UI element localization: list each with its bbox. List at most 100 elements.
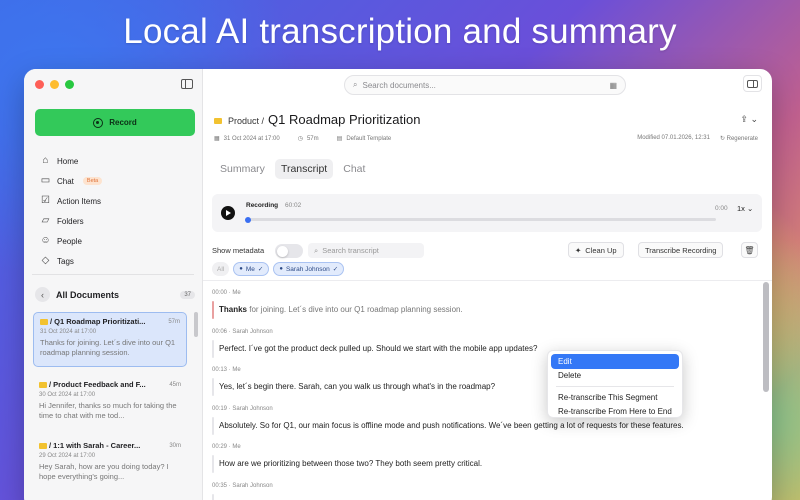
template-icon: ▤ <box>336 136 343 142</box>
segment-bar <box>212 455 214 473</box>
sidebar-item-people[interactable]: ☺ People <box>40 231 102 251</box>
menu-item-delete[interactable]: Delete <box>551 369 679 384</box>
sidebar-item-label: Action Items <box>57 196 102 206</box>
document-snippet: Hey Sarah, how are you doing today? I ho… <box>39 462 169 481</box>
sidebar-item-label: Home <box>57 156 79 166</box>
search-icon: ⌕ <box>353 80 358 89</box>
document-meta: ▦ 31 Oct 2024 at 17:00 ◷ 57m ▤ Default T… <box>214 135 758 142</box>
record-icon <box>93 117 104 128</box>
sidebar-item-home[interactable]: ⌂ Home <box>40 151 102 171</box>
folder-icon <box>40 318 48 325</box>
menu-item-retranscribe-segment[interactable]: Re-transcribe This Segment <box>551 390 679 405</box>
person-icon: ● <box>239 266 243 272</box>
menu-item-edit[interactable]: Edit <box>551 354 679 369</box>
playback-speed-select[interactable]: 1x ⌄ <box>737 204 753 213</box>
window-controls <box>35 80 74 89</box>
clean-up-button[interactable]: ✦ Clean Up <box>568 242 624 258</box>
person-icon: ● <box>279 266 283 272</box>
tag-icon: ◇ <box>41 255 50 266</box>
chat-icon: ▭ <box>40 175 51 186</box>
play-icon[interactable] <box>221 206 235 220</box>
document-card[interactable]: / 1:1 with Sarah - Career... 30m 29 Oct … <box>33 437 187 492</box>
segment-bar <box>212 378 214 396</box>
filter-all-chip[interactable]: All <box>212 262 230 276</box>
speaker-filter-chip[interactable]: ● Me ✓ <box>233 262 270 276</box>
document-title: / 1:1 with Sarah - Career... <box>49 441 141 450</box>
documents-count-badge: 37 <box>180 290 195 299</box>
sidebar-item-label: Tags <box>57 256 74 266</box>
menu-item-retranscribe-to-end[interactable]: Re-transcribe From Here to End <box>551 405 679 420</box>
document-title: / Q1 Roadmap Prioritizati... <box>50 317 146 326</box>
recording-duration: 60:02 <box>285 202 302 209</box>
segment-text: How are we prioritizing between those tw… <box>219 459 483 468</box>
transcript-toolbar: Show metadata ⌕ Search transcript ✦ Clea… <box>212 242 762 260</box>
sidebar-item-action-items[interactable]: ☑ Action Items <box>40 191 102 211</box>
transcribe-recording-button[interactable]: Transcribe Recording <box>638 242 724 258</box>
document-date: 29 Oct 2024 at 17:00 <box>39 453 96 459</box>
share-icon: ⇪ <box>740 114 748 124</box>
tab-summary[interactable]: Summary <box>214 159 271 179</box>
document-card[interactable]: / Product Feedback and F... 45m 30 Oct 2… <box>33 376 187 431</box>
meta-date: 31 Oct 2024 at 17:00 <box>223 135 280 142</box>
share-menu-button[interactable]: ⇪ ⌄ <box>740 114 758 125</box>
people-icon: ☺ <box>40 235 51 246</box>
document-date: 31 Oct 2024 at 17:00 <box>40 329 97 335</box>
transcript-segment[interactable]: 00:00 · Me Thanks for joining. Let´s div… <box>212 290 760 329</box>
minimize-window-button[interactable] <box>50 80 59 89</box>
segment-header: 00:35 · Sarah Johnson <box>212 482 273 489</box>
transcript-segment[interactable]: 00:35 · Sarah Johnson <box>212 483 760 500</box>
sidebar-item-folders[interactable]: ▱ Folders <box>40 211 102 231</box>
segment-bar <box>212 493 214 500</box>
all-documents-header: ‹ All Documents 37 <box>35 287 195 302</box>
sidebar-scrollbar[interactable] <box>194 312 198 337</box>
trash-icon[interactable]: 🗑 <box>741 242 758 258</box>
document-duration: 57m <box>168 318 180 325</box>
transcript-scrollbar[interactable] <box>763 282 769 392</box>
sidebar-item-chat[interactable]: ▭ Chat Beta <box>40 171 103 191</box>
refresh-icon: ↻ <box>719 136 727 142</box>
speaker-filter-chip[interactable]: ● Sarah Johnson ✓ <box>273 262 345 276</box>
folder-icon <box>39 381 47 388</box>
tab-transcript[interactable]: Transcript <box>274 159 334 179</box>
meta-template[interactable]: Default Template <box>346 136 391 142</box>
all-documents-title: All Documents <box>56 289 120 300</box>
segment-text: Thanks for joining. Let´s dive into our … <box>219 305 463 314</box>
regenerate-button[interactable]: ↻ Regenerate <box>720 135 758 142</box>
document-snippet: Hi Jennifer, thanks so much for taking t… <box>39 401 177 420</box>
segment-header: 00:00 · Me <box>212 290 241 296</box>
sparkle-icon: ✦ <box>575 245 582 255</box>
folder-icon <box>214 118 222 124</box>
search-transcript-input[interactable]: ⌕ Search transcript <box>308 243 424 258</box>
segment-text: Yes, let´s begin there. Sarah, can you w… <box>219 382 496 391</box>
page-title[interactable]: Q1 Roadmap Prioritization <box>268 112 420 127</box>
record-button[interactable]: Record <box>35 109 195 136</box>
scrubber-handle[interactable] <box>245 216 251 223</box>
segment-text: Perfect. I´ve got the product deck pulle… <box>219 343 538 353</box>
folder-icon <box>39 442 47 449</box>
back-chevron-icon[interactable]: ‹ <box>35 287 50 302</box>
sidebar-item-tags[interactable]: ◇ Tags <box>40 251 102 271</box>
clock-icon: ◷ <box>297 136 303 142</box>
sidebar-item-label: People <box>57 236 82 246</box>
right-panel-toggle-icon[interactable] <box>743 75 762 92</box>
calendar-icon: ▦ <box>214 136 220 142</box>
document-card[interactable]: / Q1 Roadmap Prioritizati... 57m 31 Oct … <box>33 312 187 367</box>
tab-chat[interactable]: Chat <box>337 159 371 179</box>
meta-duration: 57m <box>306 135 319 142</box>
search-icon: ⌕ <box>314 245 319 255</box>
close-window-button[interactable] <box>35 80 44 89</box>
playback-scrubber[interactable] <box>245 216 716 223</box>
show-metadata-toggle[interactable] <box>275 244 303 258</box>
folder-icon: ▱ <box>41 215 50 226</box>
segment-bar <box>212 339 214 358</box>
segment-header: 00:13 · Me <box>212 367 241 373</box>
transcript-segment[interactable]: 00:29 · Me How are we prioritizing betwe… <box>212 444 760 483</box>
breadcrumb-folder[interactable]: Product / <box>214 116 264 126</box>
document-duration: 30m <box>169 442 181 449</box>
zoom-window-button[interactable] <box>65 80 74 89</box>
search-documents-input[interactable]: ⌕ Search documents... ▦ <box>344 75 626 95</box>
breadcrumb: Product / Q1 Roadmap Prioritization <box>214 112 421 127</box>
segment-bar <box>212 416 214 435</box>
calendar-icon[interactable]: ▦ <box>609 81 617 90</box>
sidebar-toggle-icon[interactable] <box>181 79 193 89</box>
